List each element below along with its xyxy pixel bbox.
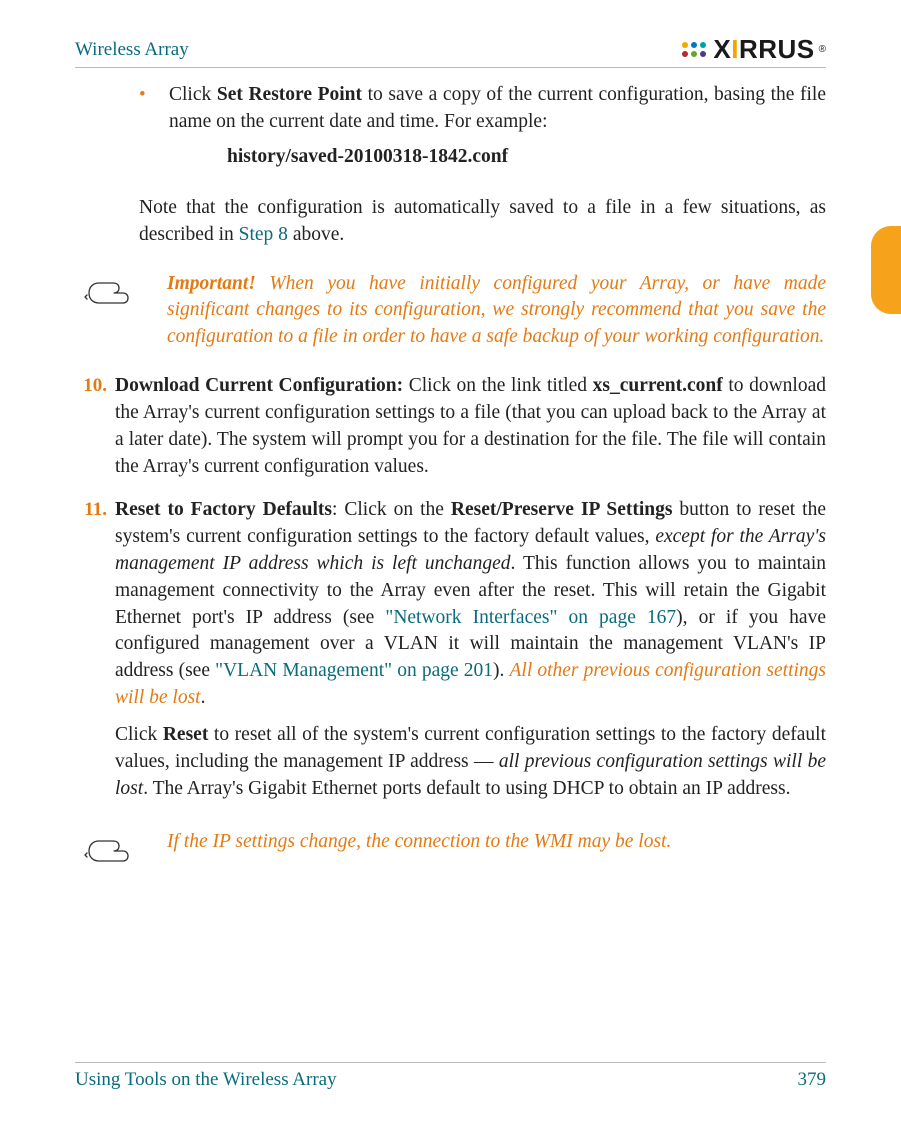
vlan-management-link[interactable]: "VLAN Management" on page 201 (215, 660, 493, 681)
hand-pointing-icon (75, 829, 167, 880)
note-text: If the IP settings change, the connectio… (167, 829, 826, 856)
note-callout: If the IP settings change, the connectio… (75, 829, 826, 880)
brand-logo: XIRRUS ® (682, 34, 826, 65)
step-number: 10. (75, 373, 115, 481)
reset-preserve-ip-label: Reset/Preserve IP Settings (451, 499, 673, 520)
header-title: Wireless Array (75, 39, 189, 61)
text: Click on the link titled (403, 375, 592, 396)
config-file-link: xs_current.conf (593, 375, 723, 396)
bullet-icon: • (139, 82, 169, 185)
hand-pointing-icon (75, 271, 167, 322)
step-body: Reset to Factory Defaults: Click on the … (115, 497, 826, 803)
step-11: 11. Reset to Factory Defaults: Click on … (75, 497, 826, 803)
step-title: Download Current Configuration: (115, 375, 403, 396)
note-text: Note that the configuration is automatic… (139, 195, 826, 249)
text: ). (493, 660, 509, 681)
important-text: Important! When you have initially confi… (167, 271, 826, 352)
important-callout: Important! When you have initially confi… (75, 271, 826, 352)
reset-label: Reset (163, 724, 208, 745)
text: above. (288, 224, 344, 245)
step-title: Reset to Factory Defaults (115, 499, 332, 520)
page-footer: Using Tools on the Wireless Array 379 (75, 1062, 826, 1091)
side-tab (871, 226, 901, 314)
important-label: Important! (167, 273, 256, 294)
step-10: 10. Download Current Configuration: Clic… (75, 373, 826, 481)
text: Click (169, 84, 217, 105)
bullet-text: Click Set Restore Point to save a copy o… (169, 82, 826, 185)
text: When you have initially configured your … (167, 273, 826, 348)
step-number: 11. (75, 497, 115, 803)
page-content: • Click Set Restore Point to save a copy… (75, 82, 826, 880)
step-body: Download Current Configuration: Click on… (115, 373, 826, 481)
page-header: Wireless Array XIRRUS ® (75, 34, 826, 68)
bullet-item: • Click Set Restore Point to save a copy… (139, 82, 826, 185)
set-restore-point-label: Set Restore Point (217, 84, 362, 105)
page-number: 379 (798, 1069, 827, 1091)
example-filename: history/saved-20100318-1842.conf (227, 144, 826, 171)
step8-link[interactable]: Step 8 (239, 224, 288, 245)
logo-dots-icon (682, 42, 706, 57)
text: If the IP settings change, the connectio… (167, 831, 671, 852)
network-interfaces-link[interactable]: "Network Interfaces" on page 167 (385, 607, 676, 628)
text: : Click on the (332, 499, 451, 520)
logo-text: XIRRUS (713, 34, 814, 65)
text: Click (115, 724, 163, 745)
registered-icon: ® (819, 44, 826, 55)
footer-section-title: Using Tools on the Wireless Array (75, 1069, 337, 1091)
text: . (201, 687, 206, 708)
text: . The Array's Gigabit Ethernet ports def… (143, 778, 790, 799)
